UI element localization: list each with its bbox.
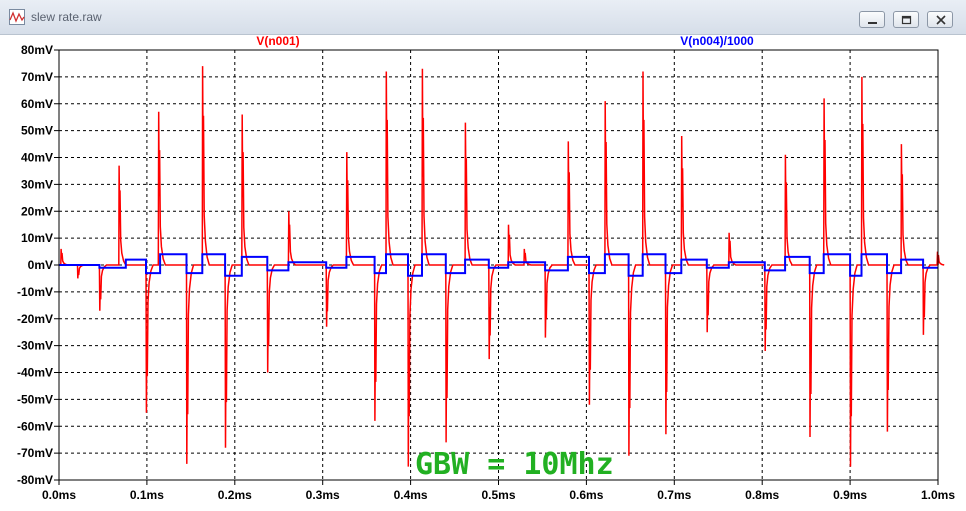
close-button[interactable] (927, 11, 953, 28)
x-tick-label: 0.1ms (130, 488, 164, 502)
x-tick-label: 0.5ms (481, 488, 515, 502)
y-tick-label: 50mV (21, 124, 53, 138)
gbw-annotation: GBW = 10Mhz (415, 447, 614, 482)
maximize-button[interactable] (893, 11, 919, 28)
y-tick-label: -50mV (17, 392, 53, 406)
minimize-button[interactable] (859, 11, 885, 28)
x-tick-label: 0.9ms (833, 488, 867, 502)
y-tick-label: 40mV (21, 151, 53, 165)
minimize-icon (868, 22, 877, 24)
y-tick-label: 60mV (21, 97, 53, 111)
title-bar[interactable]: slew rate.raw (0, 0, 966, 35)
maximize-icon (901, 15, 912, 25)
y-tick-label: 70mV (21, 70, 53, 84)
y-tick-label: 80mV (21, 43, 53, 57)
x-tick-label: 0.6ms (569, 488, 603, 502)
plot-area[interactable]: 80mV 70mV 60mV 50mV 40mV 30mV 20mV 10mV 0mV -10mV… (0, 34, 966, 511)
x-tick-label: 0.2ms (218, 488, 252, 502)
window-title: slew rate.raw (31, 10, 102, 24)
waveform-viewer-window: slew rate.raw 80mV 70mV 60mV 50mV 40mV 30mV 20… (0, 0, 966, 511)
y-tick-label: -20mV (17, 312, 53, 326)
series-v-n001-line (59, 66, 945, 467)
y-tick-label: -70mV (17, 446, 53, 460)
x-tick-label: 0.7ms (657, 488, 691, 502)
x-tick-label: 0.0ms (42, 488, 76, 502)
y-tick-label: 30mV (21, 177, 53, 191)
y-tick-label: -60mV (17, 419, 53, 433)
y-tick-label: -40mV (17, 366, 53, 380)
legend-v-n001: V(n001) (256, 34, 299, 48)
x-tick-label: 0.8ms (745, 488, 779, 502)
x-tick-label: 0.3ms (306, 488, 340, 502)
legend-v-n004: V(n004)/1000 (680, 34, 754, 48)
x-tick-label: 0.4ms (394, 488, 428, 502)
y-tick-label: -80mV (17, 473, 53, 487)
waveform-icon (9, 9, 25, 25)
y-tick-label: 0mV (28, 258, 53, 272)
y-tick-label: 20mV (21, 204, 53, 218)
close-icon (936, 15, 946, 25)
y-tick-label: -30mV (17, 339, 53, 353)
x-tick-label: 1.0ms (921, 488, 955, 502)
y-tick-label: -10mV (17, 285, 53, 299)
y-tick-label: 10mV (21, 231, 53, 245)
